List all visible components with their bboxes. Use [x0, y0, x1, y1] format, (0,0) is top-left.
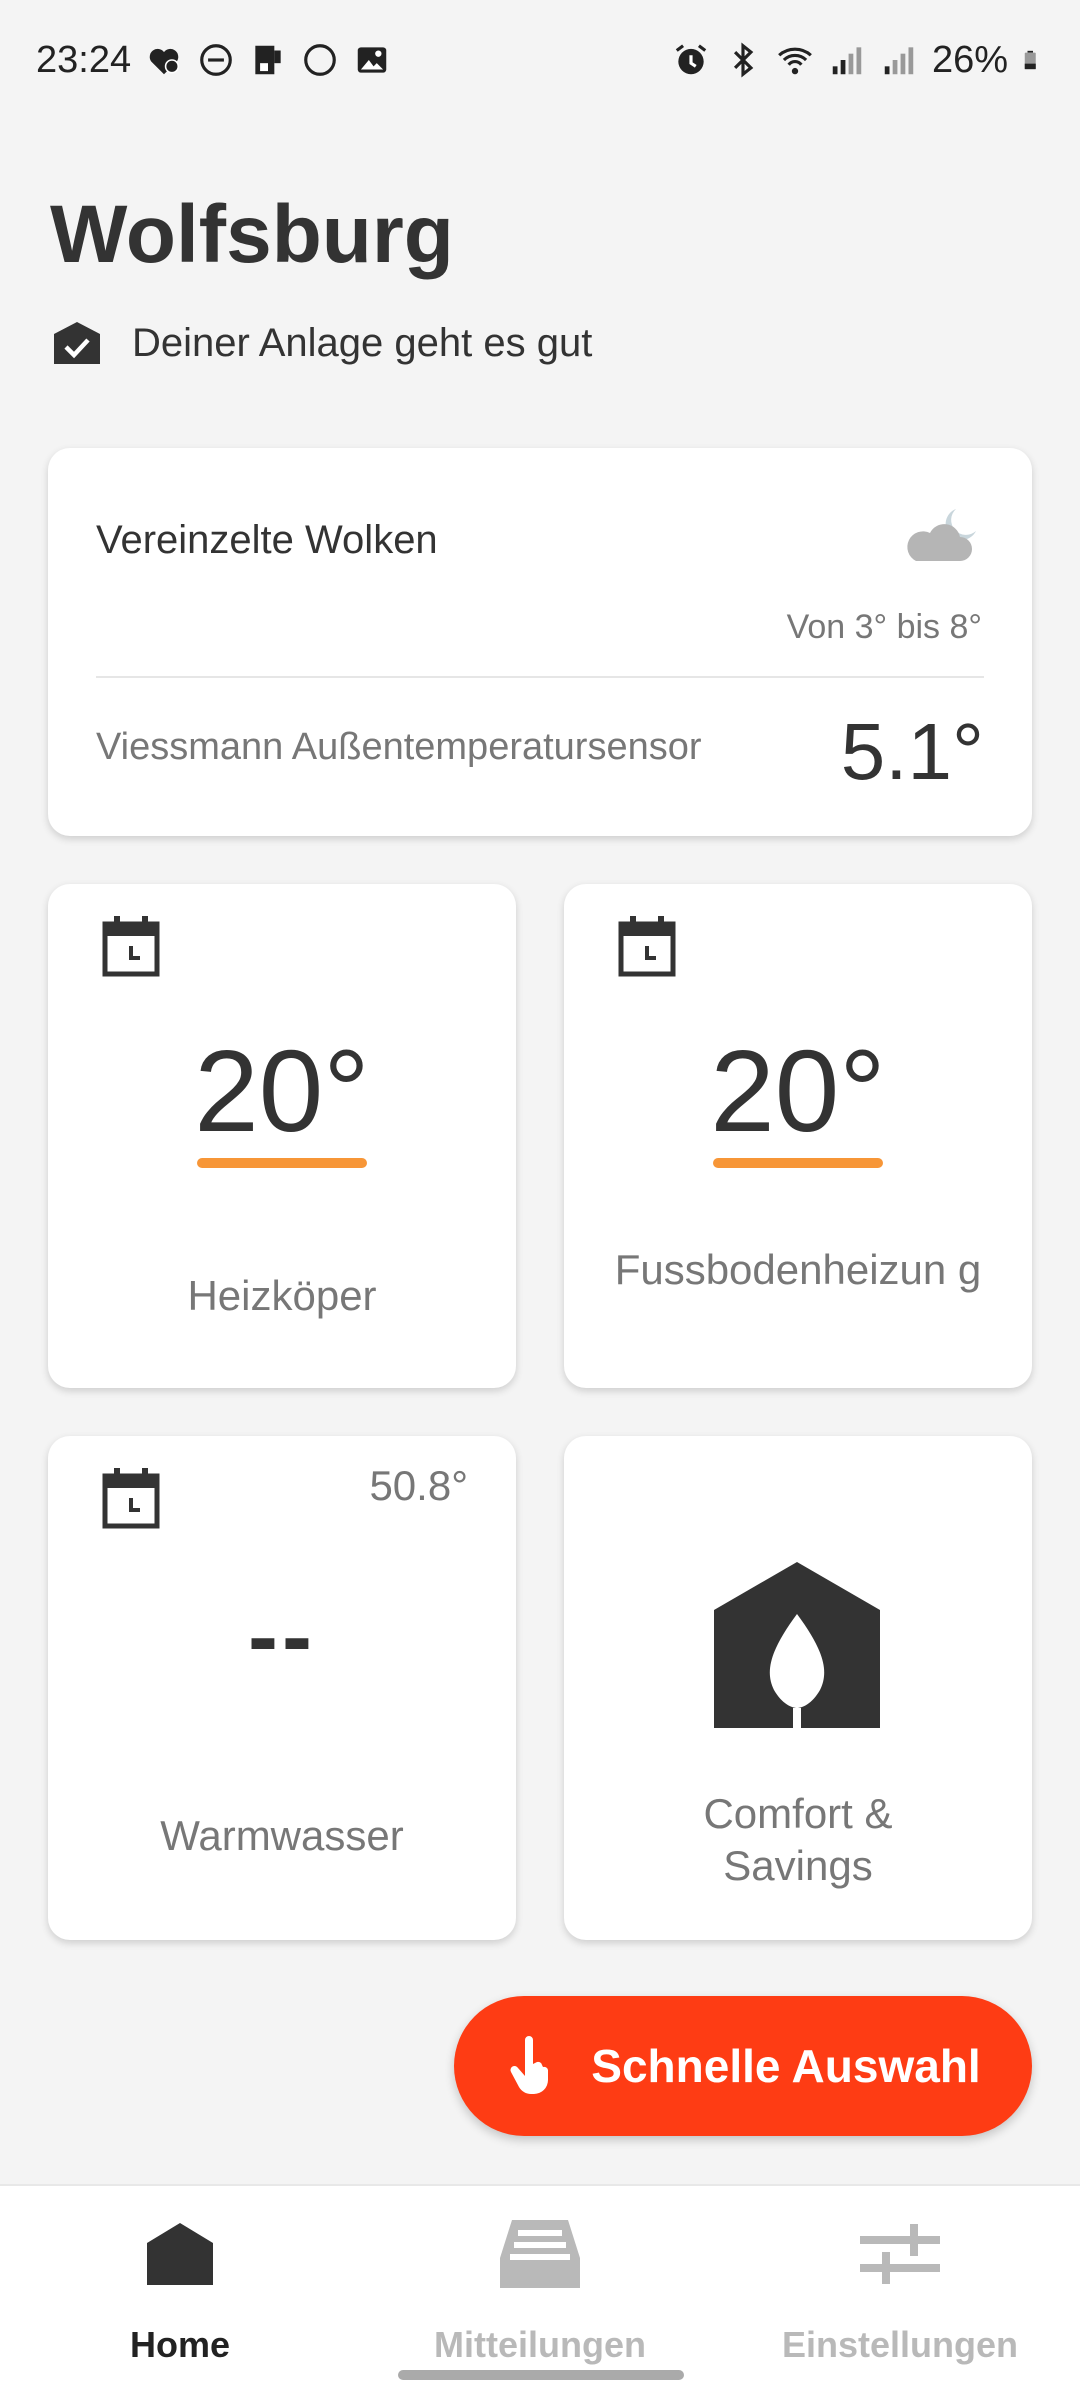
tile-warmwasser[interactable]: 50.8° -- Warmwasser: [48, 1436, 516, 1940]
nav-label: Mitteilungen: [434, 2324, 646, 2365]
signal-icon: [832, 47, 862, 75]
bluetooth-icon: [733, 42, 754, 78]
image-icon: [357, 47, 387, 73]
page-title: Wolfsburg: [50, 189, 454, 280]
clock: 23:24: [36, 38, 132, 81]
temperature-underline: [197, 1158, 367, 1168]
weather-range: Von 3° bis 8°: [786, 608, 982, 646]
nav-settings[interactable]: Einstellungen: [720, 2214, 1080, 2366]
tile-heizkoerper[interactable]: 20° Heizköper: [48, 884, 516, 1388]
system-status[interactable]: Deiner Anlage geht es gut: [52, 320, 592, 366]
tile-fussbodenheizung[interactable]: 20° Fussbodenheizun g: [564, 884, 1032, 1388]
target-temperature: 20°: [194, 1026, 370, 1156]
nav-label: Home: [129, 2324, 231, 2365]
nav-home[interactable]: Home: [0, 2214, 360, 2366]
home-icon: [147, 2223, 213, 2285]
sim-icon: [255, 45, 281, 75]
system-status-text: Deiner Anlage geht es gut: [132, 320, 593, 365]
calendar-clock-icon: [102, 1468, 160, 1529]
bottom-navigation: Home Mitteilungen Einstellungen: [0, 2184, 1080, 2400]
battery-icon: [1024, 50, 1036, 70]
current-water-temperature: 50.8°: [369, 1462, 468, 1509]
status-bar-left: 23:24: [36, 39, 391, 82]
wifi-icon: [778, 47, 812, 75]
gesture-bar[interactable]: [398, 2370, 684, 2380]
calendar-clock-icon: [618, 916, 676, 977]
quick-select-button[interactable]: Schnelle Auswahl: [454, 1996, 1032, 2136]
sensor-label: Viessmann Außentemperatursensor: [96, 726, 702, 768]
target-temperature: --: [248, 1587, 316, 1687]
weather-card[interactable]: Vereinzelte Wolken Von 3° bis 8° Viessma…: [48, 448, 1032, 836]
heart-gear-icon: [149, 48, 180, 75]
sliders-icon: [860, 2224, 940, 2284]
circle-icon: [304, 44, 336, 76]
battery-percent: 26%: [931, 38, 1008, 81]
tile-comfort-savings[interactable]: Comfort & Savings: [564, 1436, 1032, 1940]
tile-label: Heizköper: [187, 1272, 377, 1319]
divider: [96, 676, 984, 678]
nav-messages[interactable]: Mitteilungen: [360, 2214, 720, 2366]
status-bar-right: 26%: [672, 39, 1044, 82]
tile-label: Warmwasser: [160, 1812, 404, 1859]
inbox-icon: [500, 2220, 580, 2288]
do-not-disturb-icon: [200, 44, 232, 76]
target-temperature: 20°: [710, 1026, 886, 1156]
calendar-clock-icon: [102, 916, 160, 977]
tile-label: Fussbodenheizun g: [614, 1246, 982, 1293]
sensor-value: 5.1°: [840, 707, 984, 796]
quick-select-label: Schnelle Auswahl: [591, 2040, 981, 2092]
hand-pointer-icon: [510, 2036, 549, 2094]
nav-label: Einstellungen: [781, 2324, 1019, 2365]
status-bar: 23:24 26%: [0, 0, 1080, 120]
house-flame-icon: [714, 1562, 880, 1728]
tile-label: Comfort & Savings: [703, 1790, 893, 1889]
temperature-underline: [713, 1158, 883, 1168]
alarm-icon: [675, 44, 707, 75]
weather-description: Vereinzelte Wolken: [96, 518, 438, 562]
cloud-moon-icon: [907, 509, 976, 561]
house-check-icon: [54, 322, 100, 364]
signal-icon: [884, 47, 914, 75]
